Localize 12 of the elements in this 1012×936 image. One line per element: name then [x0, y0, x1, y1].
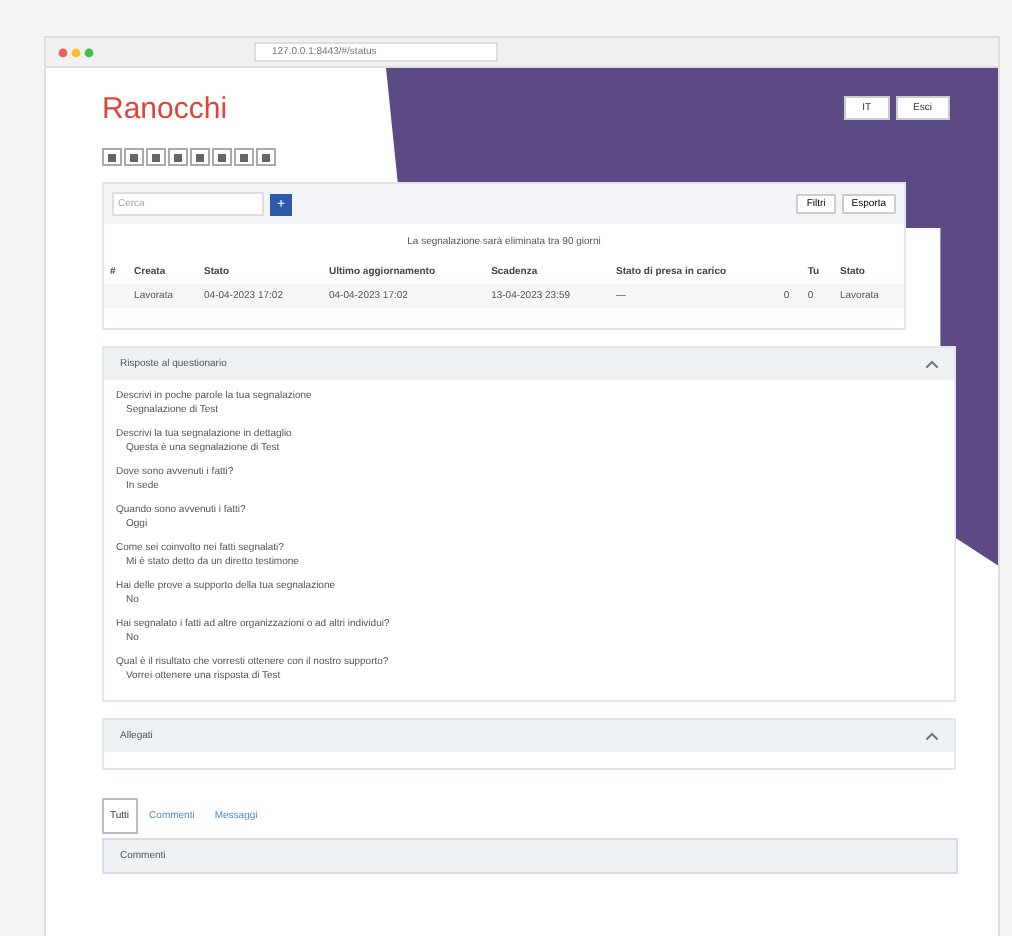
- square-icon: [196, 153, 204, 161]
- square-icon: [240, 153, 248, 161]
- square-icon: [130, 153, 138, 161]
- chevron-icon[interactable]: [926, 732, 938, 740]
- square-icon: [152, 153, 160, 161]
- chevron-icon[interactable]: [926, 360, 938, 368]
- square-icon: [108, 153, 116, 161]
- square-icon: [262, 153, 270, 161]
- square-icon: [218, 153, 226, 161]
- window-controls-icon[interactable]: [58, 47, 94, 57]
- square-icon: [174, 153, 182, 161]
- logo: Ranocchi: [102, 91, 228, 125]
